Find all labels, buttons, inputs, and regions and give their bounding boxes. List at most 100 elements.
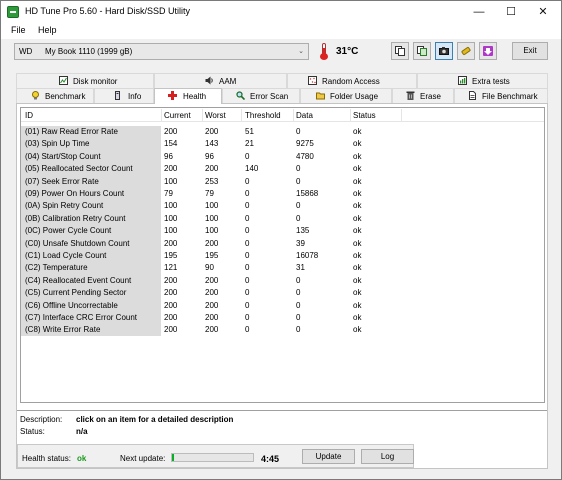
worst-value: 200 — [205, 238, 219, 248]
close-icon[interactable]: ✕ — [527, 1, 559, 23]
tab-extra-tests[interactable]: Extra tests — [417, 73, 548, 88]
status-value: ok — [353, 251, 362, 260]
copy-screenshot-button[interactable] — [413, 42, 431, 60]
tab-error-scan[interactable]: Error Scan — [222, 88, 300, 103]
tab-label: Info — [128, 92, 142, 101]
attribute-id: (C6) Offline Uncorrectable — [25, 300, 118, 310]
attribute-id: (C4) Reallocated Event Count — [25, 275, 132, 285]
thermometer-icon — [320, 43, 328, 60]
table-row[interactable]: (03) Spin Up Time 154 143 21 9275 ok — [21, 138, 544, 150]
tab-health[interactable]: Health — [154, 88, 222, 104]
menu-help[interactable]: Help — [38, 25, 57, 35]
data-value: 9275 — [296, 139, 314, 149]
camera-icon — [439, 47, 449, 55]
tab-folder-usage[interactable]: Folder Usage — [300, 88, 392, 103]
column-header-threshold[interactable]: Threshold — [245, 111, 281, 120]
threshold-value: 0 — [245, 263, 250, 273]
worst-value: 90 — [205, 263, 214, 273]
threshold-value: 0 — [245, 151, 250, 161]
drive-select[interactable]: WD My Book 1110 (1999 gB) ⌄ — [14, 43, 309, 60]
tab-label: Erase — [420, 92, 441, 101]
current-value: 100 — [164, 213, 178, 223]
column-header-worst[interactable]: Worst — [205, 111, 226, 120]
column-header-id[interactable]: ID — [25, 111, 33, 120]
download-button[interactable] — [479, 42, 497, 60]
attribute-id: (0C) Power Cycle Count — [25, 226, 112, 236]
status-value: ok — [353, 238, 362, 248]
threshold-value: 0 — [245, 251, 250, 260]
app-window: HD Tune Pro 5.60 - Hard Disk/SSD Utility… — [0, 0, 562, 480]
column-header-current[interactable]: Current — [164, 111, 191, 120]
tab-disk-monitor[interactable]: Disk monitor — [16, 73, 154, 88]
table-row[interactable]: (0B) Calibration Retry Count 100 100 0 0 ok — [21, 213, 544, 225]
attribute-id: (07) Seek Error Rate — [25, 176, 99, 186]
tab-aam[interactable]: AAM — [154, 73, 287, 88]
health-status-value: ok — [77, 454, 87, 463]
threshold-value: 0 — [245, 275, 250, 285]
table-row[interactable]: (04) Start/Stop Count 96 96 0 4780 ok — [21, 151, 544, 163]
smart-attributes-table[interactable]: ID Current Worst Threshold Data Status (… — [20, 107, 545, 403]
log-button[interactable]: Log — [361, 449, 414, 464]
threshold-value: 140 — [245, 164, 259, 174]
table-row[interactable]: (C6) Offline Uncorrectable 200 200 0 0 ok — [21, 300, 544, 312]
table-row[interactable]: (C7) Interface CRC Error Count 200 200 0 0 ok — [21, 312, 544, 324]
status-value: ok — [353, 201, 362, 211]
attribute-id: (0B) Calibration Retry Count — [25, 213, 126, 223]
menu-help-label: Help — [38, 25, 57, 35]
screenshot-button[interactable] — [435, 42, 453, 60]
tab-label: Error Scan — [250, 92, 289, 101]
update-button[interactable]: Update — [302, 449, 355, 464]
table-row[interactable]: (C4) Reallocated Event Count 200 200 0 0 ok — [21, 275, 544, 287]
worst-value: 143 — [205, 139, 219, 149]
data-value: 0 — [296, 176, 301, 186]
threshold-value: 21 — [245, 139, 254, 149]
minimize-icon[interactable]: — — [463, 1, 495, 23]
menu-file-label: File — [11, 25, 26, 35]
column-header-data[interactable]: Data — [296, 111, 313, 120]
tab-label: Disk monitor — [73, 77, 118, 86]
worst-value: 253 — [205, 176, 219, 186]
tab-erase[interactable]: Erase — [392, 88, 454, 103]
table-row[interactable]: (09) Power On Hours Count 79 79 0 15868 ok — [21, 188, 544, 200]
data-value: 0 — [296, 164, 301, 174]
table-row[interactable]: (07) Seek Error Rate 100 253 0 0 ok — [21, 176, 544, 188]
attribute-id: (C8) Write Error Rate — [25, 325, 101, 335]
menu-file[interactable]: File — [11, 25, 26, 35]
attribute-id: (03) Spin Up Time — [25, 139, 90, 149]
copy-info-button[interactable] — [391, 42, 409, 60]
data-value: 0 — [296, 300, 301, 310]
table-row[interactable]: (C2) Temperature 121 90 0 31 ok — [21, 262, 544, 274]
table-row[interactable]: (0C) Power Cycle Count 100 100 0 135 ok — [21, 225, 544, 237]
attribute-id: (C1) Load Cycle Count — [25, 251, 107, 260]
table-row[interactable]: (C8) Write Error Rate 200 200 0 0 ok — [21, 324, 544, 336]
tab-label: Folder Usage — [330, 92, 379, 101]
table-row[interactable]: (C5) Current Pending Sector 200 200 0 0 ok — [21, 287, 544, 299]
table-row[interactable]: (05) Reallocated Sector Count 200 200 140 0 o… — [21, 163, 544, 175]
tab-file-benchmark[interactable]: File Benchmark — [454, 88, 548, 103]
exit-button[interactable]: Exit — [512, 42, 548, 60]
attribute-id: (09) Power On Hours Count — [25, 189, 125, 198]
data-value: 4780 — [296, 151, 314, 161]
status-value: ok — [353, 127, 362, 136]
data-value: 0 — [296, 313, 301, 322]
worst-value: 96 — [205, 151, 214, 161]
magnifier-icon — [236, 91, 245, 100]
data-value: 39 — [296, 238, 305, 248]
options-button[interactable] — [457, 42, 475, 60]
table-row[interactable]: (01) Raw Read Error Rate 200 200 51 0 ok — [21, 126, 544, 138]
tab-info[interactable]: Info — [94, 88, 154, 103]
current-value: 96 — [164, 151, 173, 161]
column-header-status[interactable]: Status — [353, 111, 376, 120]
table-row[interactable]: (C0) Unsafe Shutdown Count 200 200 0 39 ok — [21, 238, 544, 250]
tab-label: File Benchmark — [482, 92, 538, 101]
tab-row-top: Disk monitor AAM Random Access Extra tes… — [16, 73, 548, 88]
tab-benchmark[interactable]: Benchmark — [16, 88, 94, 103]
table-row[interactable]: (0A) Spin Retry Count 100 100 0 0 ok — [21, 200, 544, 212]
disk-monitor-icon — [59, 76, 68, 85]
maximize-icon[interactable]: ☐ — [495, 1, 527, 23]
tab-random-access[interactable]: Random Access — [287, 73, 417, 88]
current-value: 200 — [164, 275, 178, 285]
data-value: 0 — [296, 213, 301, 223]
table-row[interactable]: (C1) Load Cycle Count 195 195 0 16078 ok — [21, 250, 544, 262]
next-update-progress — [171, 453, 254, 462]
